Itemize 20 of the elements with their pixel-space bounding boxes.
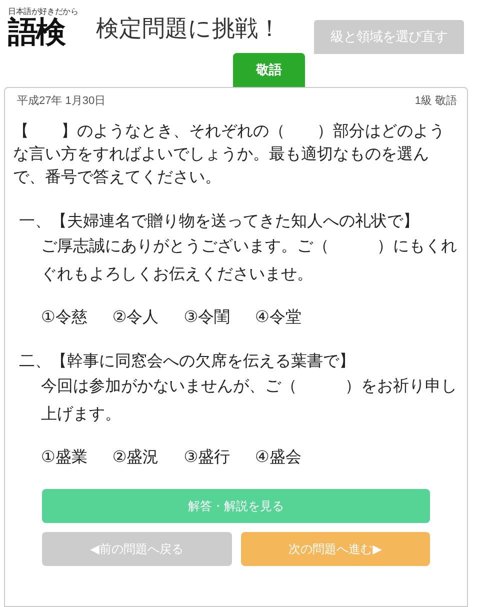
page-title: 検定問題に挑戦！: [96, 14, 282, 42]
date-label: 平成27年 1月30日: [17, 94, 106, 108]
answer-choice: ④盛会: [255, 448, 302, 468]
logo: 語検: [8, 16, 64, 48]
answer-choice: ③令閨: [184, 308, 230, 328]
question-sentence: 今回は参加がかないませんが、ご（ ）をお祈り申し上げます。: [41, 376, 457, 425]
next-button[interactable]: 次の問題へ進む▶: [240, 532, 430, 566]
answer-choice: ①盛業: [41, 448, 88, 468]
answer-choice: ③盛行: [184, 448, 230, 468]
answer-choice: ①令慈: [41, 308, 88, 328]
question-heading: 一、【夫婦連名で贈り物を送ってきた知人への礼状で】: [19, 212, 420, 232]
question-heading: 二、【幹事に同窓会への欠席を伝える葉書で】: [19, 352, 356, 372]
instruction-text: 【 】のようなとき、それぞれの（ ）部分はどのような言い方をすればよいでしょうか。最も適切なものを選んで、番号で答えてください。: [13, 122, 446, 188]
answer-choice: ②令人: [112, 308, 159, 328]
answer-choice: ④令堂: [255, 308, 302, 328]
answer-choice: ②盛況: [112, 448, 159, 468]
tab[interactable]: 敬語: [233, 53, 305, 87]
question-sentence: ご厚志誠にありがとうございます。ご（ ）にもくれぐれもよろしくお伝えくださいませ。: [41, 236, 457, 285]
answer-button[interactable]: 解答・解説を見る: [42, 489, 430, 523]
level-label: 1級 敬語: [414, 94, 457, 108]
